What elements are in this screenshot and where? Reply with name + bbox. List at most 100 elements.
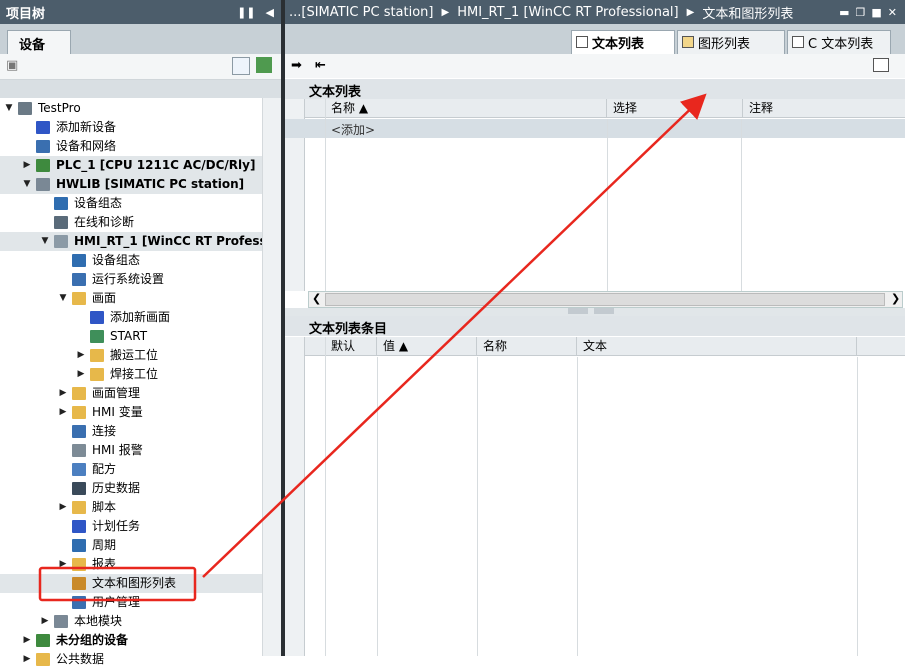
tree-item-label: 添加新画面 bbox=[110, 310, 171, 324]
tree-item[interactable]: 设备组态 bbox=[0, 194, 262, 213]
recipe-icon bbox=[72, 463, 86, 476]
tree-item[interactable]: ▼ HMI_RT_1 [WinCC RT Professio... bbox=[0, 232, 293, 251]
export-icon[interactable]: ➡ bbox=[291, 58, 302, 73]
scrollbar-thumb[interactable] bbox=[325, 293, 885, 306]
device-config-icon bbox=[72, 254, 86, 267]
tree-item[interactable]: ▶ 公共数据 bbox=[0, 650, 262, 669]
local-module-icon bbox=[54, 615, 68, 628]
folder-icon bbox=[72, 292, 86, 305]
user-admin-icon bbox=[72, 596, 86, 609]
grid-line bbox=[377, 357, 378, 656]
expanded-arrow-icon[interactable]: ▼ bbox=[58, 289, 68, 308]
tree-item-label: PLC_1 [CPU 1211C AC/DC/Rly] bbox=[56, 158, 256, 172]
folder-icon bbox=[90, 368, 104, 381]
restore-icon[interactable]: ❐ bbox=[856, 6, 866, 19]
tab-c-text-lists[interactable]: C 文本列表 bbox=[787, 30, 891, 54]
col-selection[interactable]: 选择 bbox=[607, 99, 743, 118]
tree-item[interactable]: 设备和网络 bbox=[0, 137, 262, 156]
tree-item[interactable]: ▶ 脚本 bbox=[0, 498, 262, 517]
tree-item[interactable]: 设备组态 bbox=[0, 251, 262, 270]
breadcrumb-0[interactable]: ...[SIMATIC PC station] bbox=[289, 5, 434, 20]
col-text[interactable]: 文本 bbox=[577, 337, 857, 356]
grid-line bbox=[577, 357, 578, 656]
tree-item[interactable]: START bbox=[0, 327, 262, 346]
collapse-left-icon[interactable]: ◀ bbox=[266, 6, 274, 19]
minimize-icon[interactable]: ▬ bbox=[839, 6, 849, 19]
tree-item[interactable]: 添加新设备 bbox=[0, 118, 262, 137]
sync-icon[interactable] bbox=[256, 57, 272, 73]
splitter-down-icon[interactable] bbox=[594, 308, 614, 314]
text-lists-header: 名称 ▲ 选择 注释 bbox=[305, 99, 905, 118]
tree-item-label: 运行系统设置 bbox=[92, 272, 165, 286]
tree-item[interactable]: 周期 bbox=[0, 536, 262, 555]
tree-item-label: 设备和网络 bbox=[56, 139, 117, 153]
col-default[interactable]: 默认 bbox=[305, 337, 377, 356]
tree-item[interactable]: 添加新画面 bbox=[0, 308, 262, 327]
tree-item[interactable]: 运行系统设置 bbox=[0, 270, 262, 289]
col-name[interactable]: 名称 ▲ bbox=[305, 99, 607, 118]
expanded-arrow-icon[interactable]: ▼ bbox=[4, 99, 14, 118]
tab-graphic-lists[interactable]: 图形列表 bbox=[677, 30, 785, 54]
tree-item[interactable]: ▼ 画面 bbox=[0, 289, 262, 308]
collapsed-arrow-icon[interactable]: ▶ bbox=[58, 498, 68, 517]
tree-item[interactable]: 历史数据 bbox=[0, 479, 262, 498]
section-splitter[interactable] bbox=[285, 308, 905, 316]
tree-item[interactable]: ▶ 本地模块 bbox=[0, 612, 262, 631]
entries-header: 默认 值 ▲ 名称 文本 bbox=[305, 337, 905, 356]
tree-item[interactable]: 配方 bbox=[0, 460, 262, 479]
text-list-icon bbox=[576, 36, 588, 48]
collapsed-arrow-icon[interactable]: ▶ bbox=[76, 346, 86, 365]
table-settings-icon[interactable] bbox=[873, 58, 889, 72]
horizontal-scrollbar[interactable]: ❮ ❯ bbox=[308, 291, 903, 308]
tree-item[interactable]: 计划任务 bbox=[0, 517, 262, 536]
col-comment[interactable]: 注释 bbox=[743, 99, 905, 118]
tree-item[interactable]: ▶ 未分组的设备 bbox=[0, 631, 262, 650]
tree-item[interactable]: ▶ 搬运工位 bbox=[0, 346, 262, 365]
tree-item-label: 搬运工位 bbox=[110, 348, 159, 362]
connection-icon bbox=[72, 425, 86, 438]
tab-text-lists[interactable]: 文本列表 bbox=[571, 30, 675, 54]
collapsed-arrow-icon[interactable]: ▶ bbox=[76, 365, 86, 384]
col-value[interactable]: 值 ▲ bbox=[377, 337, 477, 356]
collapsed-arrow-icon[interactable]: ▶ bbox=[58, 403, 68, 422]
details-view-icon[interactable] bbox=[232, 57, 250, 75]
tree-item[interactable]: 在线和诊断 bbox=[0, 213, 262, 232]
tree-scrollbar[interactable] bbox=[262, 98, 282, 656]
tree-item[interactable]: ▶ HMI 变量 bbox=[0, 403, 262, 422]
tree-item[interactable]: ▼ HWLIB [SIMATIC PC station] bbox=[0, 175, 262, 194]
col-entry-name[interactable]: 名称 bbox=[477, 337, 577, 356]
tree-item[interactable]: 连接 bbox=[0, 422, 262, 441]
scroll-right-icon[interactable]: ❯ bbox=[891, 292, 900, 305]
tree-item[interactable]: 用户管理 bbox=[0, 593, 262, 612]
breadcrumb-1[interactable]: HMI_RT_1 [WinCC RT Professional] bbox=[457, 5, 678, 20]
tree-item[interactable]: ▶ 画面管理 bbox=[0, 384, 262, 403]
maximize-icon[interactable]: ■ bbox=[871, 6, 881, 19]
expanded-arrow-icon[interactable]: ▼ bbox=[22, 175, 32, 194]
new-object-icon[interactable]: ▣ bbox=[6, 58, 24, 76]
scroll-left-icon[interactable]: ❮ bbox=[312, 292, 321, 305]
collapsed-arrow-icon[interactable]: ▶ bbox=[22, 650, 32, 669]
add-row[interactable]: <添加> bbox=[285, 119, 905, 138]
expanded-arrow-icon[interactable]: ▼ bbox=[40, 232, 50, 251]
tree-item-label: 焊接工位 bbox=[110, 367, 159, 381]
tree-item[interactable]: ▶ 焊接工位 bbox=[0, 365, 262, 384]
splitter-up-icon[interactable] bbox=[568, 308, 588, 314]
tree-item[interactable]: 文本和图形列表 bbox=[0, 574, 262, 593]
tab-devices[interactable]: 设备 bbox=[7, 30, 71, 54]
tree-item[interactable]: ▶ PLC_1 [CPU 1211C AC/DC/Rly] bbox=[0, 156, 262, 175]
add-row-label[interactable]: <添加> bbox=[331, 121, 375, 138]
close-icon[interactable]: ✕ bbox=[888, 6, 897, 19]
tree-item-label: 配方 bbox=[92, 462, 117, 476]
collapsed-arrow-icon[interactable]: ▶ bbox=[58, 384, 68, 403]
tree-item[interactable]: ▼ TestPro bbox=[0, 99, 262, 118]
collapsed-arrow-icon[interactable]: ▶ bbox=[58, 555, 68, 574]
tree-item[interactable]: ▶ 报表 bbox=[0, 555, 262, 574]
import-icon[interactable]: ⇤ bbox=[315, 58, 326, 73]
pin-icon[interactable]: ❚❚ bbox=[237, 6, 255, 19]
tree-item-label: 画面 bbox=[92, 291, 117, 305]
tree-item-label: 设备组态 bbox=[74, 196, 123, 210]
collapsed-arrow-icon[interactable]: ▶ bbox=[22, 631, 32, 650]
collapsed-arrow-icon[interactable]: ▶ bbox=[40, 612, 50, 631]
tree-item[interactable]: HMI 报警 bbox=[0, 441, 262, 460]
collapsed-arrow-icon[interactable]: ▶ bbox=[22, 156, 32, 175]
